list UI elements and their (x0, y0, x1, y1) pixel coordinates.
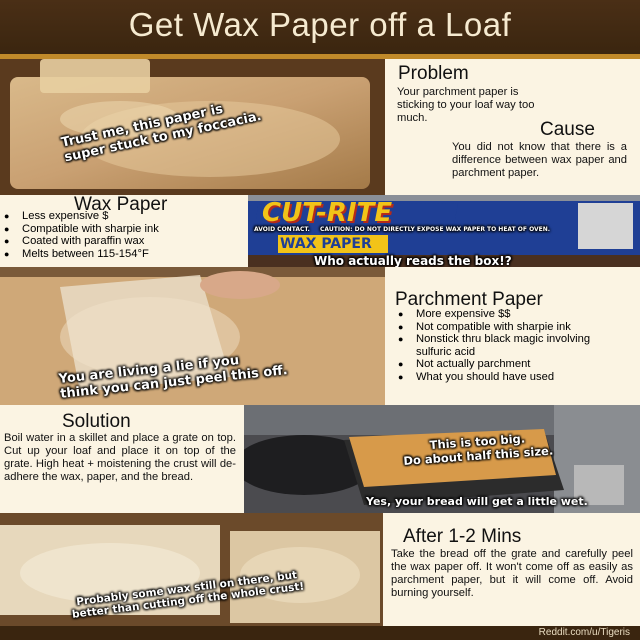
box-warning: CAUTION: DO NOT DIRECTLY EXPOSE WAX PAPE… (320, 226, 551, 233)
box-brand: CUT-RITE (262, 198, 393, 228)
footer-credit: Reddit.com/u/Tigeris (538, 627, 630, 638)
list-item: Less expensive $ (0, 210, 244, 223)
wax-paper-list: Less expensive $ Compatible with sharpie… (0, 210, 244, 260)
caption-box: Who actually reads the box!? (314, 254, 512, 268)
cause-heading: Cause (540, 119, 595, 140)
after-heading: After 1-2 Mins (403, 526, 522, 547)
parchment-list: More expensive $$ Not compatible with sh… (394, 308, 594, 384)
list-item: Nonstick thru black magic involving sulf… (394, 333, 594, 358)
problem-text: Your parchment paper is sticking to your… (397, 86, 535, 124)
footer-bar: Reddit.com/u/Tigeris (0, 626, 640, 640)
solution-text: Boil water in a skillet and place a grat… (4, 432, 236, 483)
list-item: More expensive $$ (394, 308, 594, 321)
problem-heading: Problem (398, 63, 469, 84)
infographic: Get Wax Paper off a Loaf Trust me, this … (0, 0, 640, 640)
solution-heading: Solution (62, 411, 131, 432)
peeled-bread-photo (0, 513, 383, 626)
list-item: Melts between 115-154°F (0, 248, 244, 261)
cause-text: You did not know that there is a differe… (452, 141, 627, 179)
box-product: WAX PAPER (280, 236, 372, 252)
list-item: Not compatible with sharpie ink (394, 321, 594, 334)
list-item: What you should have used (394, 371, 594, 384)
box-contact: AVOID CONTACT. (254, 226, 310, 233)
list-item: Not actually parchment (394, 358, 594, 371)
caption-wet: Yes, your bread will get a little wet. (366, 495, 588, 508)
page-title: Get Wax Paper off a Loaf (128, 6, 512, 43)
after-text: Take the bread off the grate and careful… (391, 548, 633, 599)
list-item: Compatible with sharpie ink (0, 223, 244, 236)
list-item: Coated with paraffin wax (0, 235, 244, 248)
